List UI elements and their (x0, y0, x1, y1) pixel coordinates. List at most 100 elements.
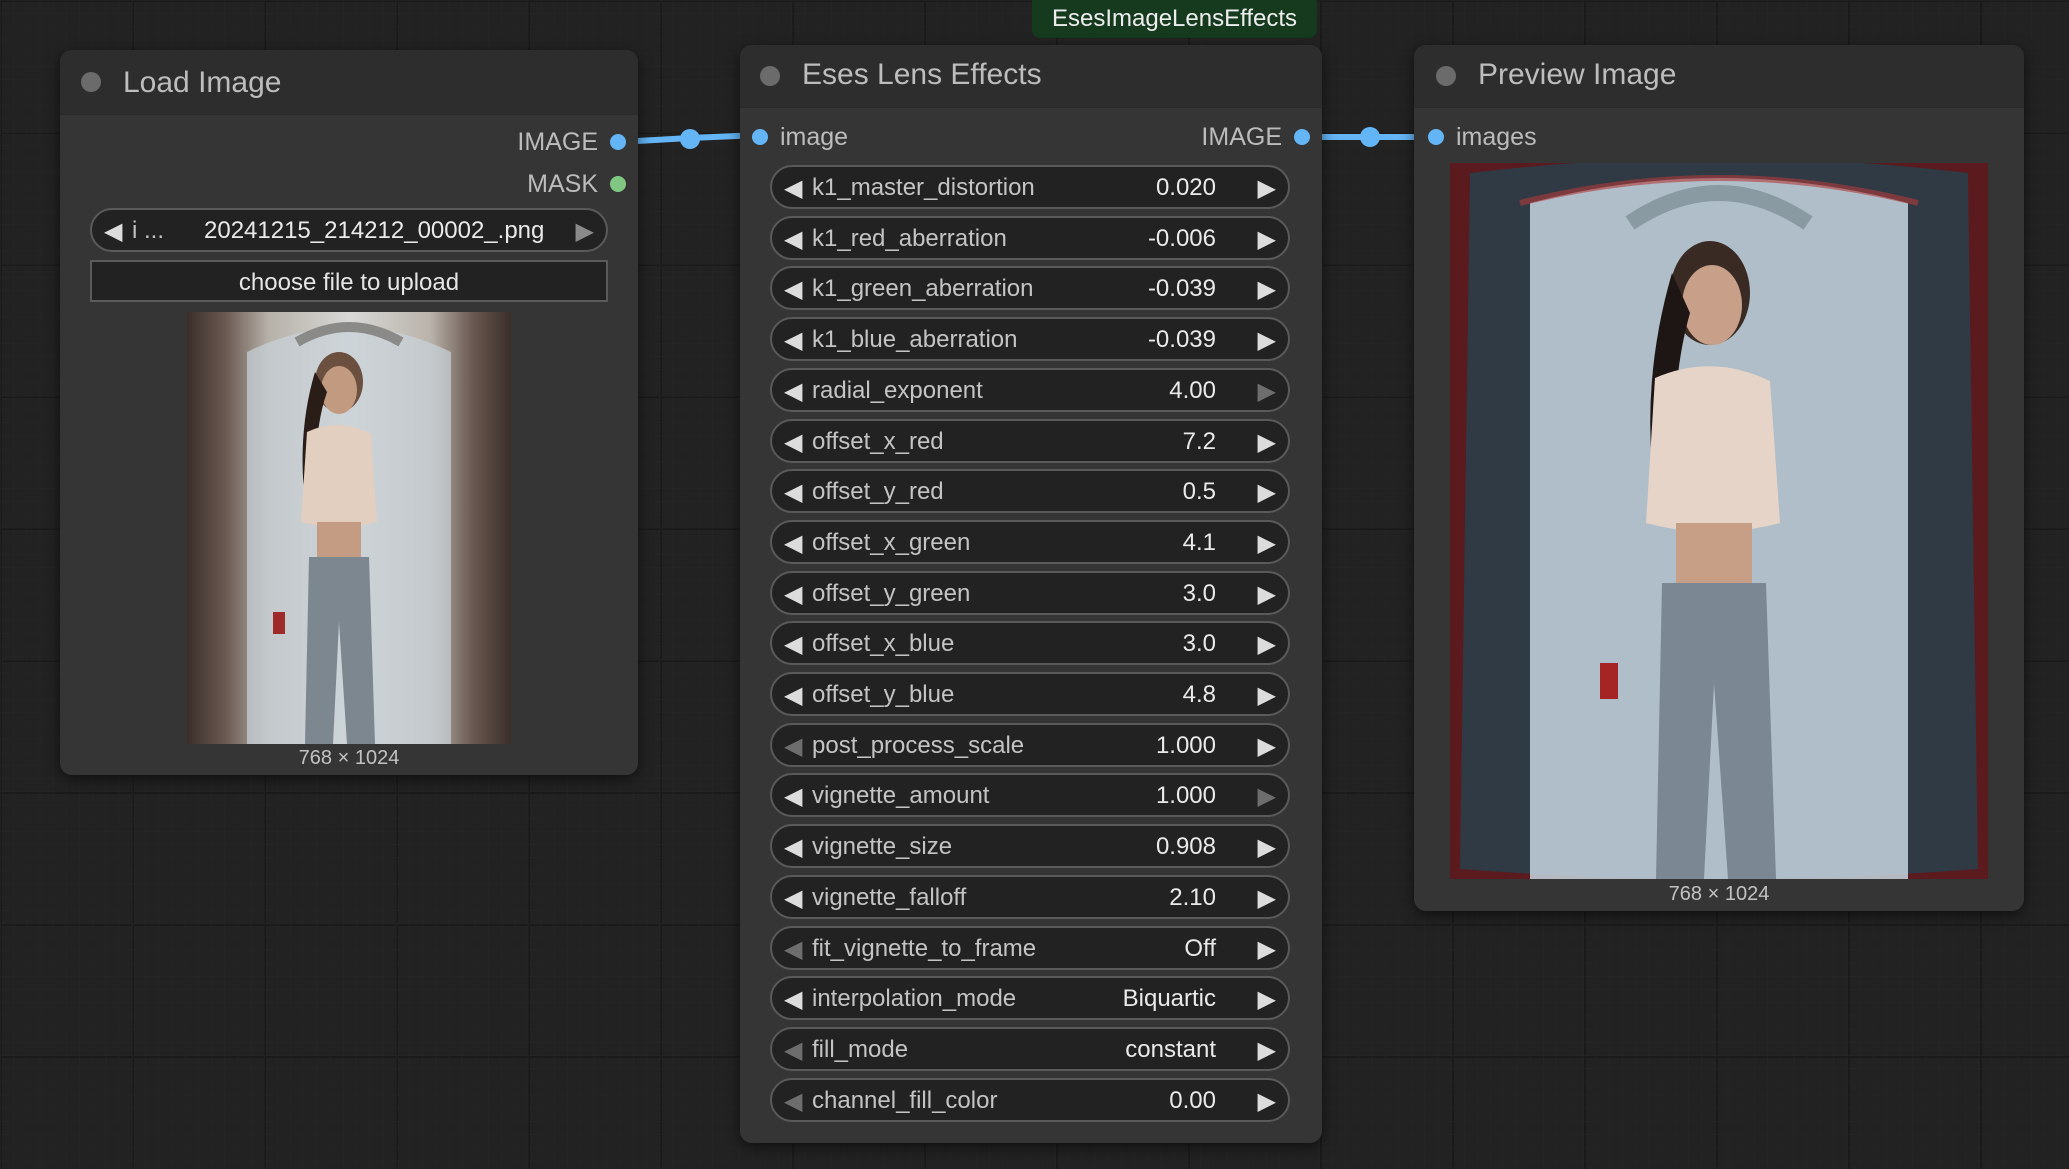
decrement-arrow-icon[interactable]: ◀ (784, 326, 802, 355)
increment-arrow-icon[interactable]: ▶ (1258, 782, 1276, 811)
image-dimensions-caption: 768 × 1024 (1668, 883, 1770, 905)
widget-channel-fill-color[interactable]: ◀ channel_fill_color 0.00 ▶ (770, 1077, 1290, 1122)
widget-offset-y-green[interactable]: ◀ offset_y_green 3.0 ▶ (770, 570, 1290, 615)
increment-arrow-icon[interactable]: ▶ (1258, 377, 1276, 406)
widget-offset-y-red[interactable]: ◀ offset_y_red 0.5 ▶ (770, 469, 1290, 514)
load-image-node[interactable]: Load Image IMAGE MASK ◀ i ... 20241215_2… (60, 50, 638, 775)
collapse-dot-icon[interactable] (81, 72, 101, 92)
widget-name: vignette_size (812, 833, 953, 861)
decrement-arrow-icon[interactable]: ◀ (784, 935, 802, 964)
widget-k1-green-aberration[interactable]: ◀ k1_green_aberration -0.039 ▶ (770, 266, 1290, 311)
decrement-arrow-icon[interactable]: ◀ (784, 275, 802, 304)
image-file-combo[interactable]: ◀ i ... 20241215_214212_00002_.png ▶ (90, 208, 608, 252)
increment-arrow-icon[interactable]: ▶ (1258, 681, 1276, 710)
widget-name: vignette_amount (812, 782, 990, 810)
decrement-arrow-icon[interactable]: ◀ (784, 529, 802, 558)
widget-post-process-scale[interactable]: ◀ post_process_scale 1.000 ▶ (770, 722, 1290, 767)
increment-arrow-icon[interactable]: ▶ (1258, 833, 1276, 862)
decrement-arrow-icon[interactable]: ◀ (784, 1036, 802, 1065)
decrement-arrow-icon[interactable]: ◀ (784, 580, 802, 609)
widget-vignette-size[interactable]: ◀ vignette_size 0.908 ▶ (770, 824, 1290, 869)
node-header[interactable]: Preview Image (1414, 45, 2024, 108)
decrement-arrow-icon[interactable]: ◀ (784, 782, 802, 811)
increment-arrow-icon[interactable]: ▶ (1258, 428, 1276, 457)
widget-k1-red-aberration[interactable]: ◀ k1_red_aberration -0.006 ▶ (770, 215, 1290, 260)
increment-arrow-icon[interactable]: ▶ (1258, 580, 1276, 609)
decrement-arrow-icon[interactable]: ◀ (784, 478, 802, 507)
widget-name: post_process_scale (812, 731, 1025, 759)
increment-arrow-icon[interactable]: ▶ (1258, 985, 1276, 1014)
decrement-arrow-icon[interactable]: ◀ (784, 833, 802, 862)
widget-name: vignette_falloff (812, 883, 967, 911)
widget-radial-exponent[interactable]: ◀ radial_exponent 4.00 ▶ (770, 367, 1290, 412)
decrement-arrow-icon[interactable]: ◀ (784, 174, 802, 203)
increment-arrow-icon[interactable]: ▶ (1258, 225, 1276, 254)
node-header[interactable]: Eses Lens Effects (740, 45, 1322, 108)
increment-arrow-icon[interactable]: ▶ (1258, 732, 1276, 761)
collapse-dot-icon[interactable] (760, 66, 780, 86)
arrow-right-icon[interactable]: ▶ (576, 217, 594, 246)
widget-vignette-falloff[interactable]: ◀ vignette_falloff 2.10 ▶ (770, 874, 1290, 919)
widget-k1-master-distortion[interactable]: ◀ k1_master_distortion 0.020 ▶ (770, 165, 1290, 209)
decrement-arrow-icon[interactable]: ◀ (784, 428, 802, 457)
decrement-arrow-icon[interactable]: ◀ (784, 377, 802, 406)
widget-value: -0.006 (1147, 224, 1216, 252)
node-header[interactable]: Load Image (60, 50, 638, 115)
widget-fit-vignette-to-frame[interactable]: ◀ fit_vignette_to_frame Off ▶ (770, 925, 1290, 970)
input-images-slot[interactable] (1428, 129, 1444, 145)
output-mask-slot[interactable] (610, 176, 626, 192)
output-image-slot[interactable] (1294, 129, 1310, 145)
collapse-dot-icon[interactable] (1436, 66, 1456, 86)
increment-arrow-icon[interactable]: ▶ (1258, 529, 1276, 558)
widget-name: radial_exponent (812, 376, 983, 404)
widget-offset-x-red[interactable]: ◀ offset_x_red 7.2 ▶ (770, 418, 1290, 463)
decrement-arrow-icon[interactable]: ◀ (784, 1087, 802, 1116)
node-title: Preview Image (1478, 58, 1677, 91)
output-image-slot[interactable] (610, 134, 626, 150)
increment-arrow-icon[interactable]: ▶ (1258, 1087, 1276, 1116)
increment-arrow-icon[interactable]: ▶ (1258, 478, 1276, 507)
node-title: Eses Lens Effects (802, 58, 1042, 91)
increment-arrow-icon[interactable]: ▶ (1258, 275, 1276, 304)
output-mask-label: MASK (527, 170, 598, 198)
widget-interpolation-mode[interactable]: ◀ interpolation_mode Biquartic ▶ (770, 976, 1290, 1021)
upload-button[interactable]: choose file to upload (90, 260, 608, 302)
widget-value: constant (1125, 1035, 1216, 1063)
decrement-arrow-icon[interactable]: ◀ (784, 884, 802, 913)
widget-name: fill_mode (812, 1035, 909, 1063)
widget-fill-mode[interactable]: ◀ fill_mode constant ▶ (770, 1026, 1290, 1071)
widget-value: Off (1184, 934, 1216, 962)
increment-arrow-icon[interactable]: ▶ (1258, 630, 1276, 659)
widget-vignette-amount[interactable]: ◀ vignette_amount 1.000 ▶ (770, 773, 1290, 818)
widget-k1-blue-aberration[interactable]: ◀ k1_blue_aberration -0.039 ▶ (770, 317, 1290, 362)
lens-effects-node[interactable]: Eses Lens Effects image IMAGE ◀ k1_master… (740, 45, 1322, 1143)
widget-name: k1_master_distortion (812, 174, 1035, 201)
preview-image-node[interactable]: Preview Image images 768 × 1024 (1414, 45, 2024, 911)
decrement-arrow-icon[interactable]: ◀ (784, 225, 802, 254)
widget-value: 4.00 (1169, 376, 1216, 404)
arrow-left-icon[interactable]: ◀ (104, 217, 122, 246)
widget-value: 0.5 (1182, 478, 1216, 506)
increment-arrow-icon[interactable]: ▶ (1258, 326, 1276, 355)
decrement-arrow-icon[interactable]: ◀ (784, 681, 802, 710)
widget-value: 0.00 (1169, 1086, 1216, 1114)
input-image-slot[interactable] (752, 129, 768, 145)
input-images-label: images (1456, 123, 1537, 151)
widget-offset-x-blue[interactable]: ◀ offset_x_blue 3.0 ▶ (770, 621, 1290, 666)
increment-arrow-icon[interactable]: ▶ (1258, 884, 1276, 913)
upload-button-label: choose file to upload (238, 269, 460, 296)
widget-value: 0.020 (1155, 174, 1216, 201)
portrait-image (247, 322, 451, 744)
decrement-arrow-icon[interactable]: ◀ (784, 732, 802, 761)
decrement-arrow-icon[interactable]: ◀ (784, 985, 802, 1014)
increment-arrow-icon[interactable]: ▶ (1258, 1036, 1276, 1065)
increment-arrow-icon[interactable]: ▶ (1258, 174, 1276, 203)
widget-offset-x-green[interactable]: ◀ offset_x_green 4.1 ▶ (770, 519, 1290, 564)
widget-offset-y-blue[interactable]: ◀ offset_y_blue 4.8 ▶ (770, 672, 1290, 716)
widget-value: -0.039 (1147, 275, 1216, 303)
widget-name: offset_y_green (812, 579, 971, 607)
decrement-arrow-icon[interactable]: ◀ (784, 630, 802, 659)
widget-name: interpolation_mode (812, 985, 1017, 1013)
loaded-image-thumbnail (187, 312, 511, 744)
increment-arrow-icon[interactable]: ▶ (1258, 935, 1276, 964)
